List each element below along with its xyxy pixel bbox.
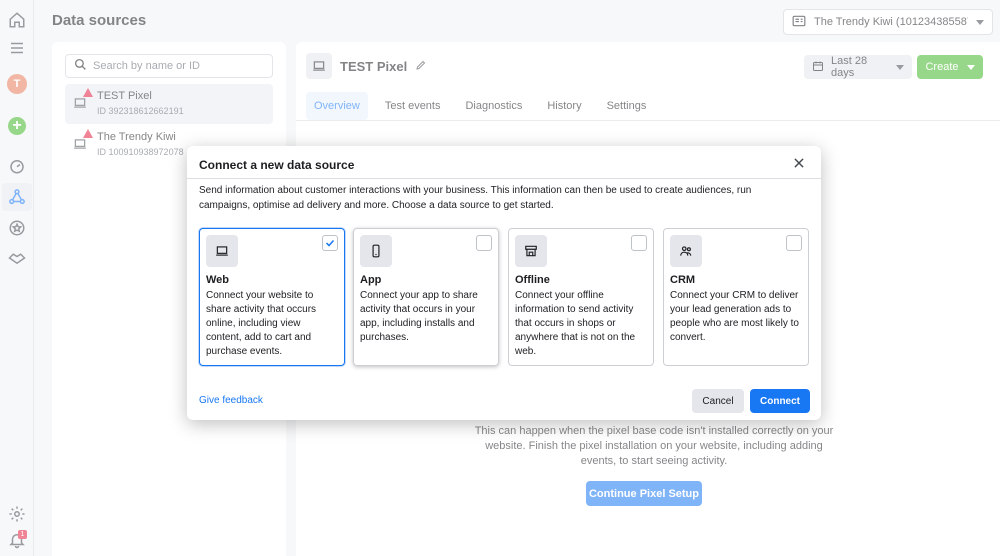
store-icon xyxy=(515,235,547,267)
connect-button[interactable]: Connect xyxy=(750,389,810,413)
card-description: Connect your CRM to deliver your lead ge… xyxy=(670,290,799,343)
dialog-divider xyxy=(187,178,821,179)
crm-checkbox[interactable] xyxy=(786,235,802,251)
card-description: Connect your website to share activity t… xyxy=(206,290,317,357)
phone-icon xyxy=(360,235,392,267)
source-card-app[interactable]: App Connect your app to share activity t… xyxy=(353,228,499,366)
card-title: Web xyxy=(206,274,230,286)
card-description: Connect your app to share activity that … xyxy=(360,290,478,343)
source-card-web[interactable]: Web Connect your website to share activi… xyxy=(199,228,345,366)
app-checkbox[interactable] xyxy=(476,235,492,251)
connect-data-source-dialog: Connect a new data source Send informati… xyxy=(187,146,821,420)
source-card-crm[interactable]: CRM Connect your CRM to deliver your lea… xyxy=(663,228,809,366)
close-icon[interactable] xyxy=(792,156,808,172)
web-checkbox[interactable] xyxy=(322,235,338,251)
card-title: App xyxy=(360,274,382,286)
dialog-description: Send information about customer interact… xyxy=(199,185,752,211)
give-feedback-link[interactable]: Give feedback xyxy=(199,395,263,406)
card-description: Connect your offline information to send… xyxy=(515,290,636,357)
people-icon xyxy=(670,235,702,267)
offline-checkbox[interactable] xyxy=(631,235,647,251)
laptop-icon xyxy=(206,235,238,267)
card-title: CRM xyxy=(670,274,696,286)
source-card-offline[interactable]: Offline Connect your offline information… xyxy=(508,228,654,366)
cancel-button[interactable]: Cancel xyxy=(692,389,744,413)
dialog-title: Connect a new data source xyxy=(199,158,355,172)
checkmark-icon xyxy=(325,239,335,247)
card-title: Offline xyxy=(515,274,550,286)
